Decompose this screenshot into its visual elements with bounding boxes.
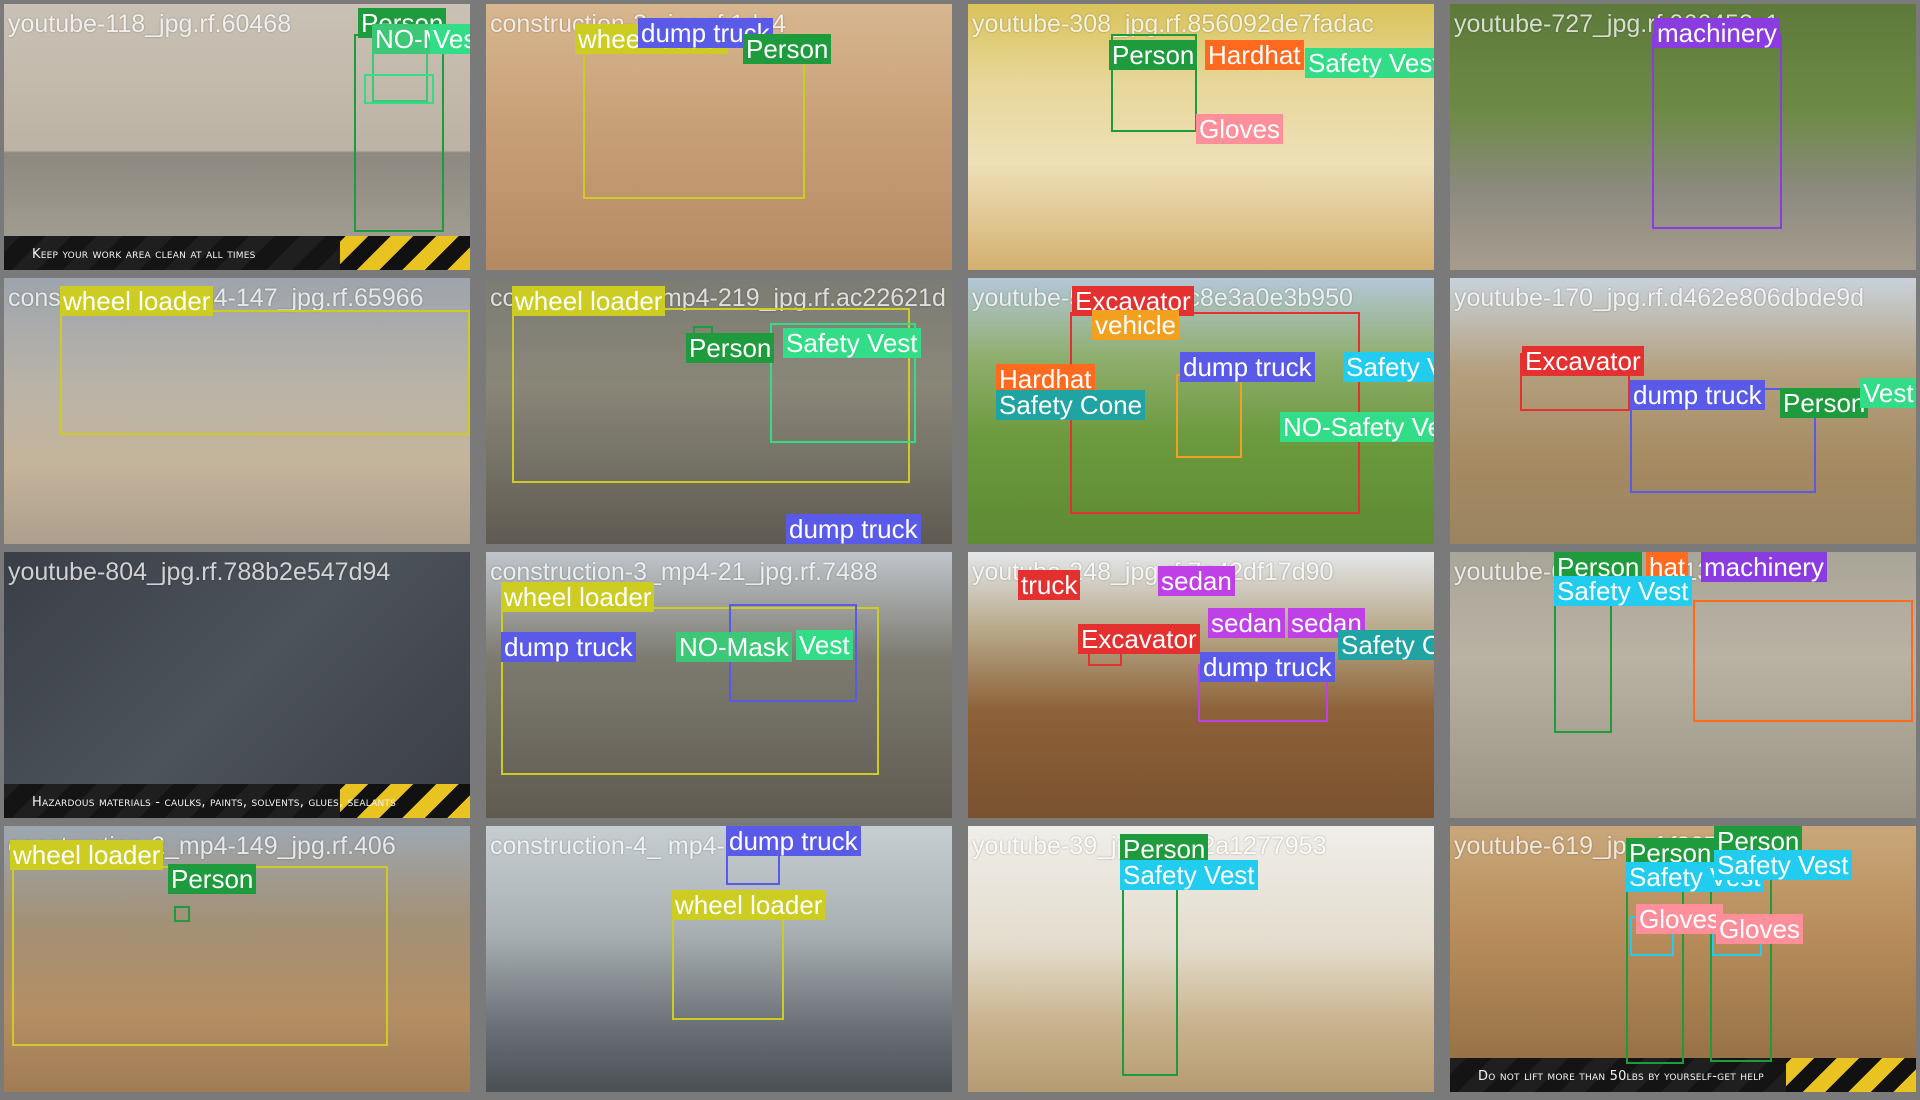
detection-label: Safety Vest [1714, 850, 1852, 880]
image-filename: youtube-118_jpg.rf.60468 [8, 10, 292, 38]
image-tile-15: youtube-39_jpg.rf.1d2a1277953PersonSafet… [968, 826, 1434, 1092]
detection-label: machinery [1654, 18, 1780, 48]
detection-label: Safety Vest [1343, 352, 1434, 382]
bounding-box [174, 906, 190, 922]
detection-label: wheel loader [512, 286, 666, 316]
bounding-box [1710, 866, 1772, 1062]
detection-label: dump truck [501, 632, 636, 662]
detection-label: dump truck [1630, 380, 1765, 410]
image-tile-16: youtube-619_jpg.rf.f8879aa Do not lift mo… [1450, 826, 1916, 1092]
caption-text: Do not lift more than 50lbs by yourself-… [1478, 1069, 1764, 1084]
bounding-box [1554, 600, 1612, 733]
detection-label: wheel loader [672, 890, 826, 920]
image-tile-6: construction-3_mp4-219_jpg.rf.ac22621d wh… [486, 278, 952, 544]
bounding-box [364, 74, 434, 104]
caption-text: Hazardous materials - caulks, paints, so… [32, 795, 397, 810]
bounding-box [1652, 34, 1782, 229]
image-tile-1: youtube-118_jpg.rf.60468 Keep your work a… [4, 4, 470, 270]
detection-label: machinery [1701, 552, 1827, 582]
detection-label: Safety Cone [996, 390, 1146, 420]
detection-label: dump truck [1200, 652, 1335, 682]
detection-label: Vest [430, 24, 470, 54]
image-tile-8: youtube-170_jpg.rf.d462e806dbde9d Excavat… [1450, 278, 1916, 544]
bounding-box [1122, 880, 1178, 1076]
bounding-box [672, 910, 784, 1020]
image-filename: construction-4_ mp4- [490, 832, 725, 860]
detection-label: wheel loader [10, 840, 164, 870]
detection-label: Hardhat [1205, 40, 1304, 70]
detection-label: Gloves [1196, 114, 1283, 144]
detection-label: Excavator [1522, 346, 1644, 376]
detection-label: NO-Safety Vest [1280, 412, 1434, 442]
detection-label: truck [1018, 570, 1081, 600]
detection-label: Excavator [1078, 624, 1200, 654]
image-tile-10: construction-3_mp4-21_jpg.rf.7488 wheel l… [486, 552, 952, 818]
caption-text: Keep your work area clean at all times [32, 247, 256, 262]
image-tile-4: youtube-727_jpg.rf.066452c1 machinery [1450, 4, 1916, 270]
bounding-box [1176, 374, 1242, 458]
detection-label: sedan [1208, 608, 1285, 638]
bounding-box [1693, 600, 1913, 722]
image-filename: youtube-804_jpg.rf.788b2e547d94 [8, 558, 391, 586]
image-tile-3: youtube-308_jpg.rf.856092de7fadac Person H… [968, 4, 1434, 270]
detection-label: wheel loader [60, 286, 214, 316]
detection-label: Person [743, 34, 832, 64]
image-filename: youtube-170_jpg.rf.d462e806dbde9d [1454, 284, 1865, 312]
image-tile-5: construction-4_mp4-147_jpg.rf.65966 wheel… [4, 278, 470, 544]
detection-label: Person [1780, 388, 1869, 418]
detection-label: Safety Vest [783, 328, 921, 358]
detection-label: dump truck [786, 514, 921, 544]
bounding-box [60, 310, 470, 435]
detection-label: Safety Vest [1120, 860, 1258, 890]
detection-label: dump truck [1180, 352, 1315, 382]
detection-label: Safety Vest [1305, 48, 1434, 78]
image-tile-7: youtube-58_jpg.rf.4c8e3a0e3b950Excavator… [968, 278, 1434, 544]
detection-label: dump truck [726, 826, 861, 856]
detection-label: Vest [796, 630, 853, 660]
image-tile-11: youtube-248_jpg.rf.7e42df17d90 truck sedan… [968, 552, 1434, 818]
image-tile-9: youtube-804_jpg.rf.788b2e547d94 Hazardous… [4, 552, 470, 818]
detection-label: Vest [1860, 378, 1916, 408]
image-tile-2: construction-3_ jpg.rf.1da4wheel loaderd… [486, 4, 952, 270]
bounding-box [726, 851, 780, 885]
detection-label: NO-Mask [676, 632, 792, 662]
photo-background [4, 552, 470, 818]
detection-label: Person [1109, 40, 1198, 70]
detection-label: sedan [1158, 566, 1235, 596]
image-tile-13: construction-2_mp4-149_jpg.rf.406 wheel l… [4, 826, 470, 1092]
detection-label: vehicle [1092, 310, 1179, 340]
bounding-box [1626, 866, 1684, 1064]
detection-label: Safety Cone [1338, 630, 1434, 660]
image-tile-12: youtube-617_jpg.rf.6131cdcfc484Personhat… [1450, 552, 1916, 818]
detection-label: Person [686, 333, 775, 363]
detection-label: Gloves [1636, 904, 1723, 934]
detection-mosaic: youtube-118_jpg.rf.60468 Keep your work a… [0, 0, 1920, 1100]
detection-label: Person [168, 864, 257, 894]
detection-label: Safety Vest [1554, 576, 1692, 606]
detection-label: Gloves [1716, 914, 1803, 944]
detection-label: wheel loader [501, 582, 655, 612]
image-tile-14: construction-4_ mp4- dump truck wheel load… [486, 826, 952, 1092]
